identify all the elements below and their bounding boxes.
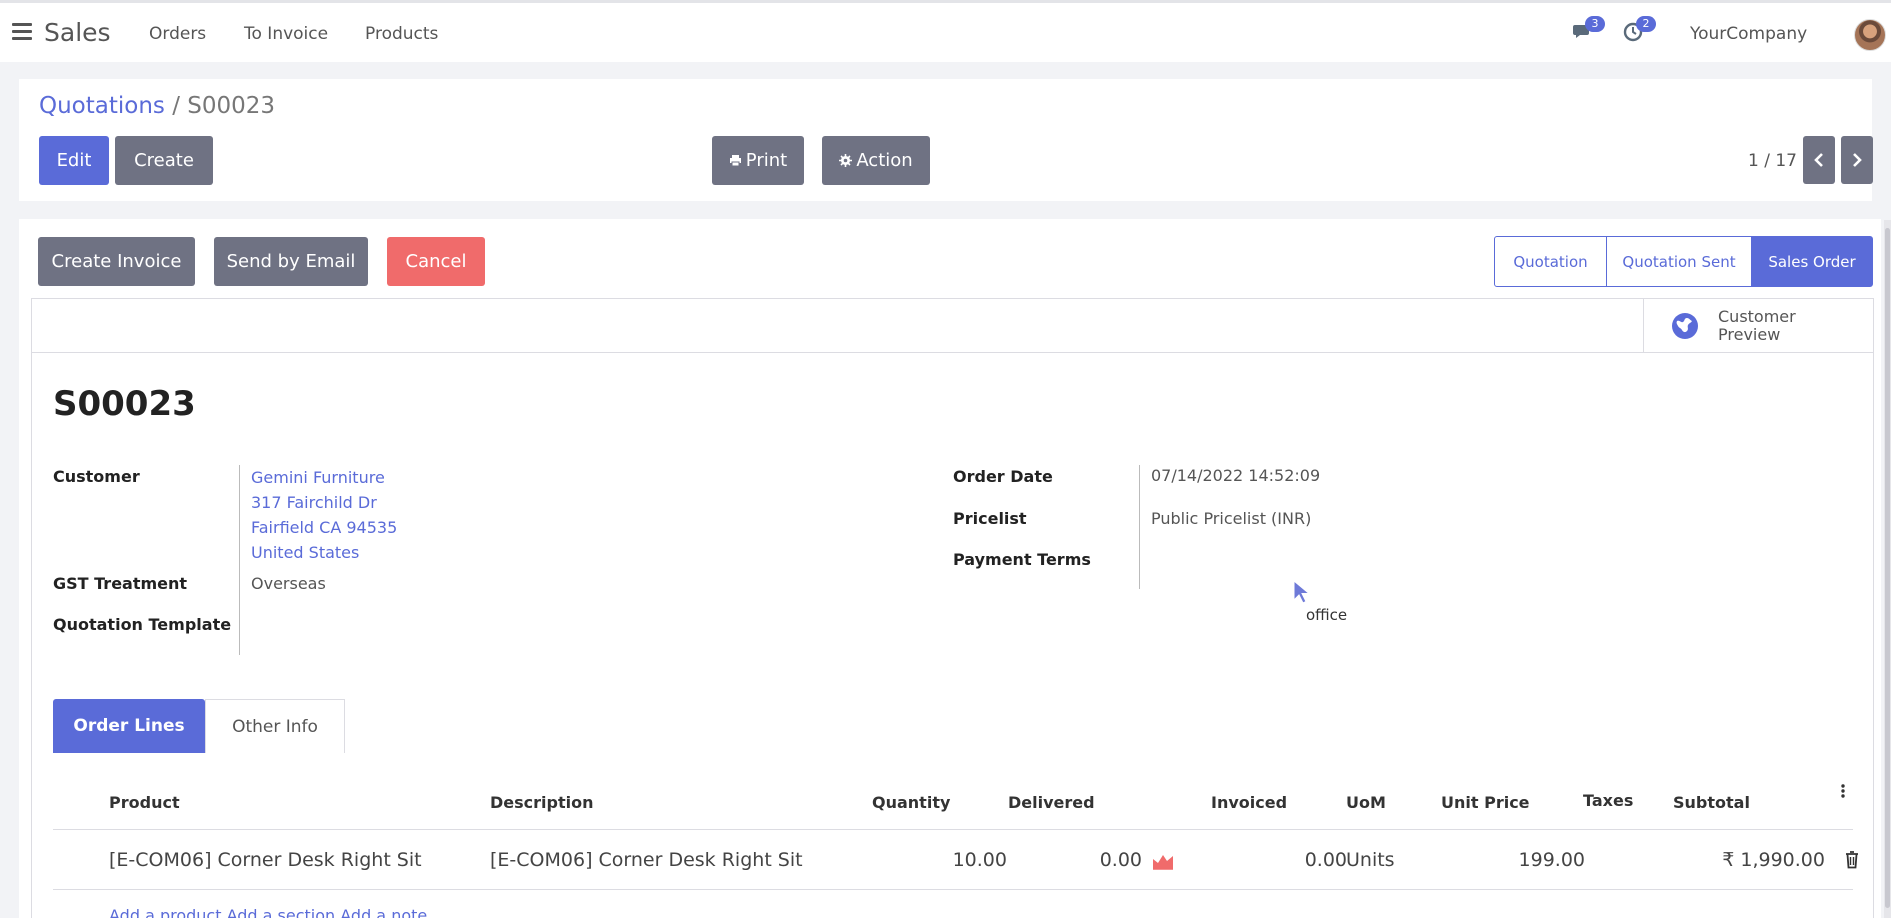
nav-products[interactable]: Products [365,24,438,44]
row-subtotal[interactable]: ₹ 1,990.00 [1632,849,1825,871]
activity-clock-icon[interactable]: 2 [1623,16,1656,46]
chevron-right-icon [1853,153,1862,167]
col-unit-price[interactable]: Unit Price [1441,793,1530,812]
gst-treatment-label: GST Treatment [53,574,188,593]
pricelist-value[interactable]: Public Pricelist (INR) [1151,509,1311,528]
table-row-divider [53,889,1853,890]
customer-street[interactable]: 317 Fairchild Dr [251,490,397,515]
pager-next-button[interactable] [1841,136,1873,184]
top-navbar: Sales Orders To Invoice Products 3 2 You… [0,0,1891,62]
right-group-divider [1139,465,1140,589]
pager-counter[interactable]: 1 / 17 [1748,151,1797,171]
breadcrumb-current: S00023 [187,93,276,119]
breadcrumb-separator: / [164,93,188,119]
gst-treatment-value[interactable]: Overseas [251,574,326,593]
print-icon [729,155,741,167]
customer-country[interactable]: United States [251,540,397,565]
action-label: Action [856,150,913,171]
menu-icon[interactable] [12,23,32,41]
user-avatar[interactable] [1854,19,1886,51]
cancel-button[interactable]: Cancel [387,237,485,286]
col-taxes[interactable]: Taxes [1583,791,1633,810]
app-title[interactable]: Sales [44,18,111,47]
messages-icon[interactable]: 3 [1572,16,1605,46]
mouse-cursor-icon [1292,579,1311,608]
print-button[interactable]: Print [712,136,804,185]
customer-preview-line2: Preview [1718,325,1781,344]
form-sheet: Customer Preview S00023 Customer Gemini … [31,298,1874,918]
company-switcher[interactable]: YourCompany [1690,24,1807,44]
forecast-chart-icon[interactable] [1152,852,1174,875]
col-uom[interactable]: UoM [1346,793,1386,812]
cursor-tooltip: office [1306,606,1348,624]
row-uom[interactable]: Units [1346,849,1395,871]
nav-to-invoice[interactable]: To Invoice [244,24,328,44]
row-description[interactable]: [E-COM06] Corner Desk Right Sit [490,849,803,871]
stage-sales-order[interactable]: Sales Order [1751,236,1873,287]
pricelist-label: Pricelist [953,509,1027,528]
left-group-divider [239,465,240,655]
edit-button[interactable]: Edit [39,136,109,185]
action-button[interactable]: Action [822,136,930,185]
create-button[interactable]: Create [115,136,213,185]
order-date-label: Order Date [953,467,1053,486]
globe-icon [1672,313,1698,339]
print-label: Print [745,150,788,171]
record-title: S00023 [53,384,196,424]
col-invoiced[interactable]: Invoiced [1211,793,1287,812]
col-description[interactable]: Description [490,793,593,812]
row-product[interactable]: [E-COM06] Corner Desk Right Sit [109,849,422,871]
col-quantity[interactable]: Quantity [872,793,950,812]
column-options-icon[interactable] [1841,783,1845,802]
quotation-template-label: Quotation Template [53,615,232,634]
customer-preview-line1: Customer [1718,307,1796,326]
chevron-left-icon [1814,153,1823,167]
pager-previous-button[interactable] [1803,136,1835,184]
delete-row-icon[interactable] [1845,851,1859,874]
row-delivered[interactable]: 0.00 [1052,849,1142,871]
customer-address[interactable]: Gemini Furniture 317 Fairchild Dr Fairfi… [251,465,397,565]
breadcrumb: Quotations / S00023 [39,93,275,119]
messages-badge: 3 [1585,16,1605,32]
tab-order-lines[interactable]: Order Lines [53,699,205,753]
col-product[interactable]: Product [109,793,180,812]
customer-city[interactable]: Fairfield CA 94535 [251,515,397,540]
stage-quotation[interactable]: Quotation [1494,236,1607,287]
col-delivered[interactable]: Delivered [1008,793,1095,812]
gear-icon [839,154,853,167]
order-date-value[interactable]: 07/14/2022 14:52:09 [1151,466,1320,485]
stage-quotation-sent[interactable]: Quotation Sent [1606,236,1752,287]
row-invoiced[interactable]: 0.00 [1252,849,1347,871]
row-quantity[interactable]: 10.00 [912,849,1007,871]
customer-name-link[interactable]: Gemini Furniture [251,465,397,490]
customer-preview-label: Customer Preview [1718,308,1796,344]
table-header-divider [53,829,1853,830]
payment-terms-label: Payment Terms [953,550,1091,569]
tab-other-info[interactable]: Other Info [205,699,345,753]
send-by-email-button[interactable]: Send by Email [214,237,368,286]
breadcrumb-quotations[interactable]: Quotations [39,93,165,119]
row-unit-price[interactable]: 199.00 [1472,849,1585,871]
status-bar: Quotation Quotation Sent Sales Order [1494,236,1873,287]
customer-preview-button[interactable]: Customer Preview [1643,299,1873,353]
add-line-links[interactable]: Add a product Add a section Add a note [109,906,427,918]
activity-badge: 2 [1636,16,1656,32]
nav-orders[interactable]: Orders [149,24,206,44]
control-panel: Quotations / S00023 Edit Create Print Ac… [19,79,1873,201]
page-scrollbar[interactable] [1884,220,1891,918]
col-subtotal[interactable]: Subtotal [1673,793,1750,812]
smart-button-box: Customer Preview [32,299,1873,353]
create-invoice-button[interactable]: Create Invoice [38,237,195,286]
customer-label: Customer [53,467,140,486]
